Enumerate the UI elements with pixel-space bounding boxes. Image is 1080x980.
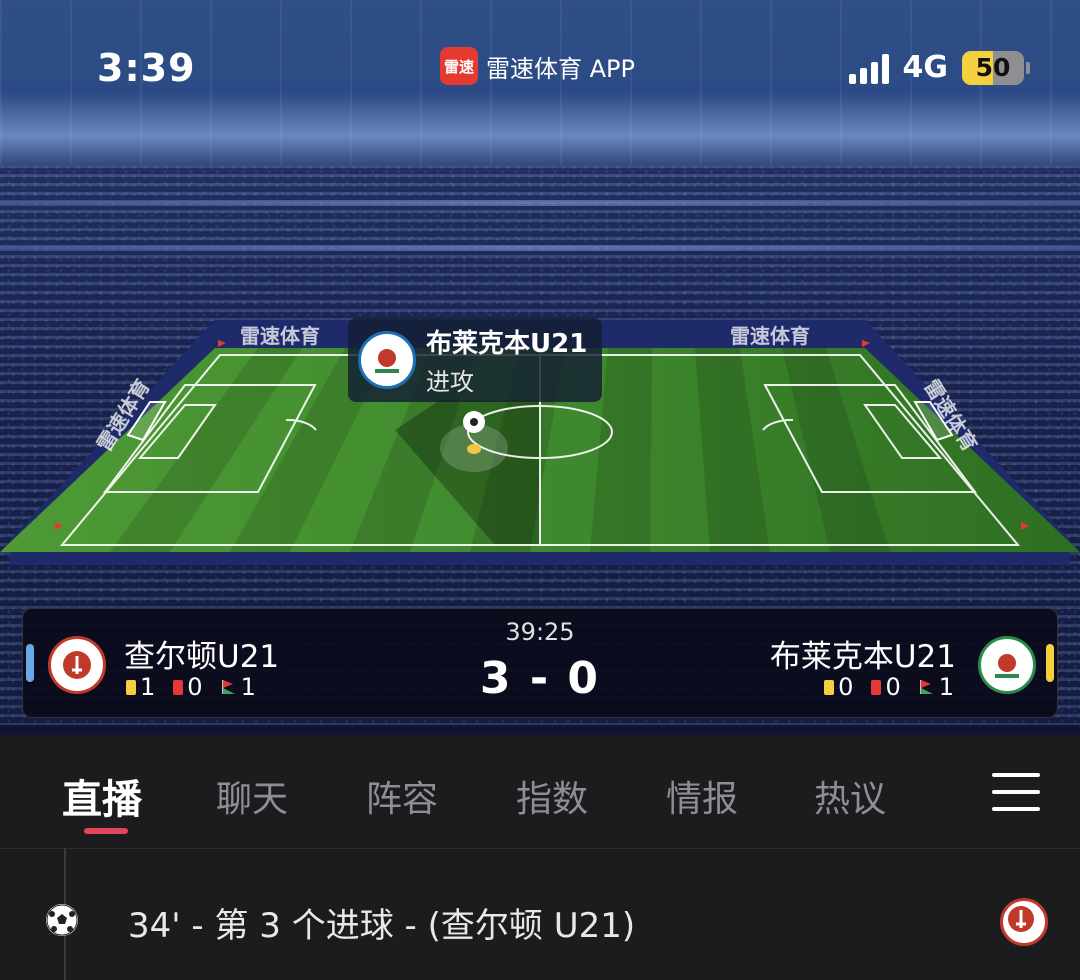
app-badge: 雷速 雷速体育 APP: [440, 47, 635, 85]
red-card-icon: [871, 679, 882, 695]
tab-chat[interactable]: 聊天: [216, 770, 288, 822]
menu-icon[interactable]: [992, 773, 1040, 811]
active-tab-indicator: [84, 828, 128, 834]
blackburn-crest-icon[interactable]: [978, 636, 1036, 694]
hoarding-left: 雷速体育: [240, 324, 320, 348]
yellow-card-icon: [824, 679, 835, 695]
tier-band: [0, 245, 1080, 251]
app-logo-icon: 雷速: [440, 47, 478, 85]
away-team-name[interactable]: 布莱克本U21: [770, 631, 956, 676]
tab-intel[interactable]: 情报: [666, 770, 738, 822]
away-stats: 0 0 1: [824, 673, 954, 701]
tab-odds[interactable]: 指数: [516, 770, 588, 822]
tab-lineup[interactable]: 阵容: [366, 770, 438, 822]
attack-popup: 布莱克本U21 进攻: [348, 318, 602, 402]
status-indicators: 4G 50: [848, 50, 1030, 85]
event-text: 34' - 第 3 个进球 - (查尔顿 U21): [128, 906, 636, 946]
hoarding-right: 雷速体育: [730, 324, 810, 348]
battery-level: 50: [975, 53, 1011, 82]
app-name: 雷速体育 APP: [486, 54, 635, 83]
status-time: 3:39: [97, 46, 196, 90]
corner-flag-icon: [919, 680, 933, 694]
blackburn-crest-icon: [358, 331, 416, 389]
tab-live[interactable]: 直播: [62, 767, 142, 825]
attack-team-name: 布莱克本U21: [426, 329, 588, 359]
soccer-ball-icon: [46, 904, 78, 936]
charlton-crest-icon: [1000, 898, 1048, 946]
network-type: 4G: [902, 50, 949, 85]
tab-discussion[interactable]: 热议: [814, 770, 886, 822]
away-corner-count: 1: [938, 673, 954, 701]
signal-icon: [848, 52, 889, 84]
away-red-count: 0: [885, 673, 901, 701]
tier-band: [0, 200, 1080, 206]
battery-icon: 50: [962, 50, 1030, 85]
away-yellow-count: 0: [838, 673, 854, 701]
attack-status: 进攻: [426, 368, 474, 396]
